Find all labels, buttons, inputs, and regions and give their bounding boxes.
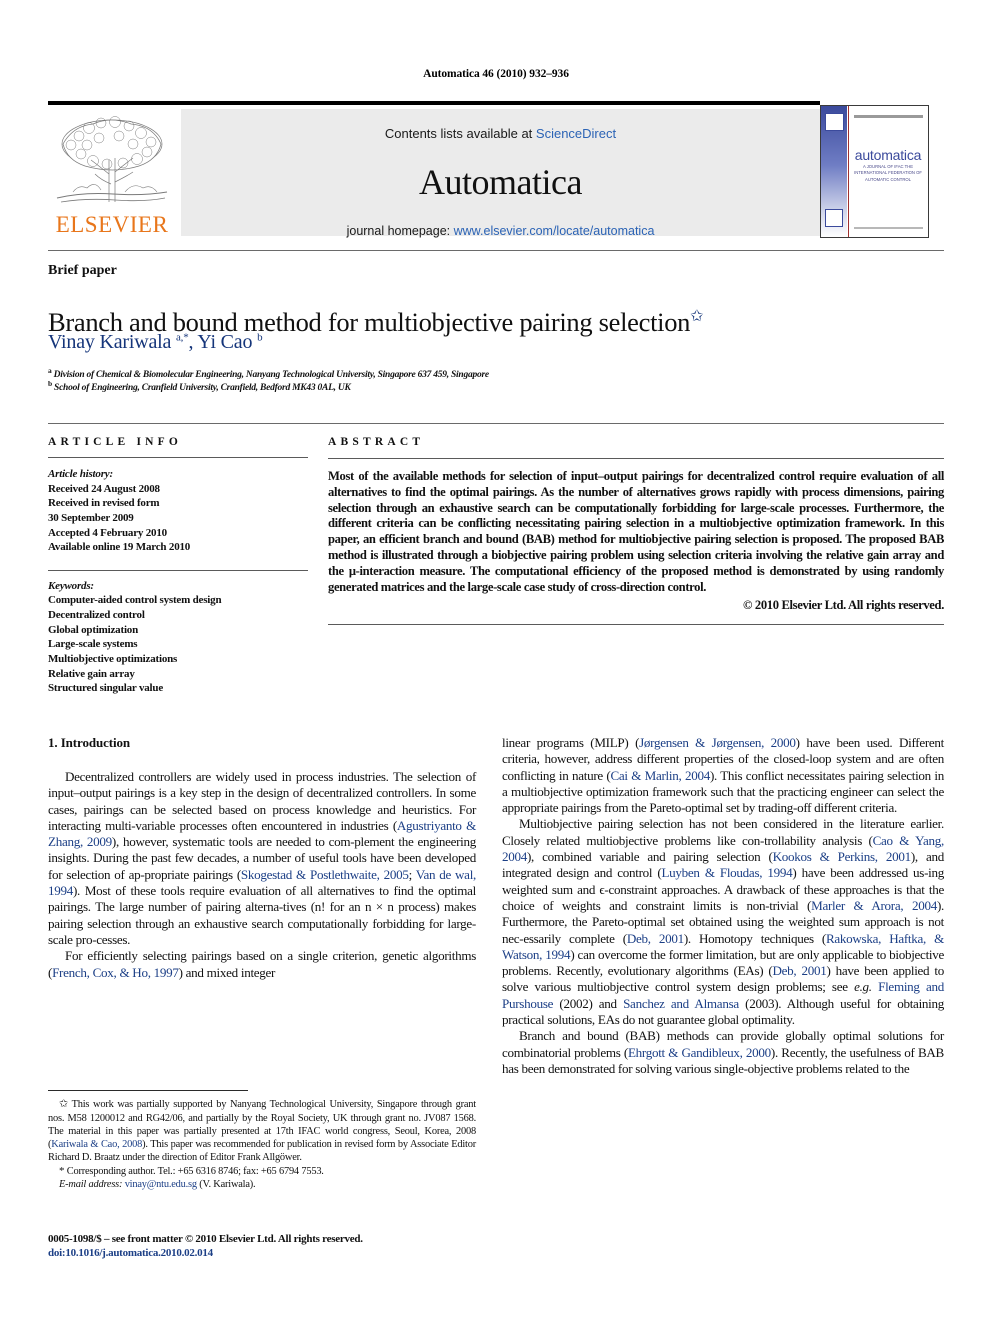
article-info-heading: ARTICLE INFO (48, 436, 183, 448)
article-history-label: Article history: (48, 468, 113, 480)
footnote-star-marker: ✩ (59, 1098, 69, 1110)
cover-red-rule (848, 106, 849, 237)
paragraph: Decentralized controllers are widely use… (48, 769, 477, 947)
article-info-column: ARTICLE INFO Article history: Received 2… (48, 436, 308, 696)
article-type-label: Brief paper (48, 263, 117, 278)
keywords-label: Keywords: (48, 579, 94, 592)
paragraph: Multiobjective pairing selection has not… (502, 816, 945, 1028)
section-heading-introduction: 1. Introduction (48, 735, 131, 750)
journal-title: Automatica (419, 162, 582, 202)
email-label: E-mail address: (59, 1179, 123, 1191)
title-block-top-rule (48, 250, 944, 251)
abstract-column: ABSTRACT Most of the available methods f… (328, 436, 944, 626)
citation-link[interactable]: Luyben & Floudas, 1994 (661, 865, 792, 880)
citation-link[interactable]: Deb, 2001 (772, 963, 826, 978)
running-head: Automatica 46 (2010) 932–936 (423, 68, 569, 80)
abstract-rule (328, 458, 944, 459)
contents-available-line: Contents lists available at ScienceDirec… (181, 126, 820, 141)
history-item: Received in revised form (48, 497, 160, 510)
article-info-rule (48, 457, 308, 458)
email-suffix: (V. Kariwala). (199, 1179, 256, 1191)
citation-link[interactable]: Ehrgott & Gandibleux, 2000 (628, 1045, 771, 1060)
keyword-item: Decentralized control (48, 609, 145, 621)
citation-link[interactable]: Jørgensen & Jørgensen, 2000 (639, 735, 796, 750)
citation-link[interactable]: Rakowska, Haftka, & Watson, 1994 (502, 931, 944, 962)
abstract-text: Most of the available methods for select… (328, 469, 944, 594)
affiliation-a-marker: a (48, 366, 52, 375)
cover-bottom-text-bar (854, 227, 923, 229)
elsevier-wordmark: ELSEVIER (55, 212, 169, 237)
footnote-asterisk-marker: * (59, 1164, 65, 1177)
footnote-email: E-mail address: vinay@ntu.edu.sg (V. Kar… (48, 1178, 476, 1191)
citation-link[interactable]: Cai & Marlin, 2004 (610, 768, 710, 783)
doi-label: doi: (48, 1247, 66, 1260)
keyword-item: Multiobjective optimizations (48, 652, 178, 665)
cover-ifac-emblem-top-icon (825, 113, 844, 131)
paragraph: linear programs (MILP) (Jørgensen & Jørg… (502, 735, 944, 816)
keyword-item: Structured singular value (48, 682, 163, 695)
doi-line: doi:10.1016/j.automatica.2010.02.014 (48, 1246, 488, 1260)
title-footnote-marker: ✩ (690, 307, 704, 325)
body-column-right: linear programs (MILP) (Jørgensen & Jørg… (502, 735, 944, 1077)
issn-line: 0005-1098/$ – see front matter © 2010 El… (48, 1233, 363, 1245)
elsevier-logo: ELSEVIER (48, 109, 176, 236)
sciencedirect-link[interactable]: ScienceDirect (536, 126, 616, 141)
journal-cover-thumbnail: automatica A JOURNAL OF IFAC THE INTERNA… (820, 105, 929, 238)
citation-link[interactable]: Marler & Arora, 2004 (811, 898, 937, 913)
masthead-band: Contents lists available at ScienceDirec… (181, 109, 820, 238)
citation-link[interactable]: Kookos & Perkins, 2001 (773, 849, 912, 864)
citation-link[interactable]: Deb, 2001 (627, 931, 684, 946)
footnote-corresponding-author: * Corresponding author. Tel.: +65 6316 8… (48, 1165, 476, 1179)
abstract-bottom-rule (328, 624, 944, 626)
citation-link[interactable]: Agustriyanto & Zhang, 2009 (48, 818, 476, 849)
history-item: Received 24 August 2008 (48, 482, 160, 495)
history-item: Accepted 4 February 2010 (48, 526, 167, 539)
keyword-item: Relative gain array (48, 667, 135, 680)
citation-link[interactable]: Skogestad & Postlethwaite, 2005 (241, 867, 409, 882)
cover-journal-subtitle: A JOURNAL OF IFAC THE INTERNATIONAL FEDE… (854, 164, 922, 182)
footnote-rule (48, 1090, 248, 1091)
doi-value[interactable]: 10.1016/j.automatica.2010.02.014 (65, 1247, 213, 1259)
email-link[interactable]: vinay@ntu.edu.sg (125, 1179, 197, 1190)
journal-article-page: Automatica 46 (2010) 932–936 ELSEVIER Co… (0, 0, 992, 1323)
affiliation-b-marker: b (48, 379, 52, 388)
cover-top-text-bar (854, 115, 923, 118)
keywords-block: Keywords: Computer-aided control system … (48, 579, 308, 696)
footnote-block: ✩ This work was partially supported by N… (48, 1098, 476, 1192)
abstract-copyright: © 2010 Elsevier Ltd. All rights reserved… (743, 598, 944, 613)
footnote-funding: ✩ This work was partially supported by N… (48, 1098, 476, 1164)
masthead-top-rule (48, 101, 820, 105)
body-column-left: 1. Introduction Decentralized controller… (48, 735, 476, 981)
journal-homepage-line: journal homepage: www.elsevier.com/locat… (181, 224, 820, 238)
article-history-block: Article history: Received 24 August 2008… (48, 467, 308, 555)
journal-homepage-link[interactable]: www.elsevier.com/locate/automatica (454, 224, 655, 238)
paragraph: For efficiently selecting pairings based… (48, 948, 476, 980)
cover-journal-word: automatica (854, 147, 922, 163)
imprint-block: 0005-1098/$ – see front matter © 2010 El… (48, 1232, 488, 1261)
affiliation-b: b School of Engineering, Cranfield Unive… (48, 379, 928, 393)
keyword-item: Global optimization (48, 623, 139, 636)
contents-prefix: Contents lists available at (384, 126, 536, 141)
citation-link[interactable]: Sanchez and Almansa (623, 996, 739, 1011)
history-item: Available online 19 March 2010 (48, 541, 191, 554)
elsevier-tree-icon (56, 116, 168, 203)
abstract-heading: ABSTRACT (328, 436, 425, 448)
homepage-prefix: journal homepage: (346, 224, 454, 238)
keywords-divider (48, 569, 308, 571)
keyword-item: Computer-aided control system design (48, 594, 222, 607)
corresponding-author-text: Corresponding author. Tel.: +65 6316 874… (66, 1165, 324, 1177)
cover-ifac-emblem-bottom-icon (825, 209, 843, 227)
citation-link[interactable]: Kariwala & Cao, 2008 (51, 1139, 142, 1150)
title-block-bottom-rule (48, 423, 944, 424)
citation-link[interactable]: French, Cox, & Ho, 1997 (52, 965, 179, 980)
journal-masthead: ELSEVIER Contents lists available at Sci… (48, 101, 944, 238)
affiliation-b-text: School of Engineering, Cranfield Univers… (54, 383, 351, 394)
keyword-item: Large-scale systems (48, 638, 138, 651)
author-list: Vinay Kariwala a,*, Yi Cao b (48, 331, 263, 353)
history-item: 30 September 2009 (48, 511, 134, 524)
paragraph: Branch and bound (BAB) methods can provi… (502, 1028, 944, 1076)
